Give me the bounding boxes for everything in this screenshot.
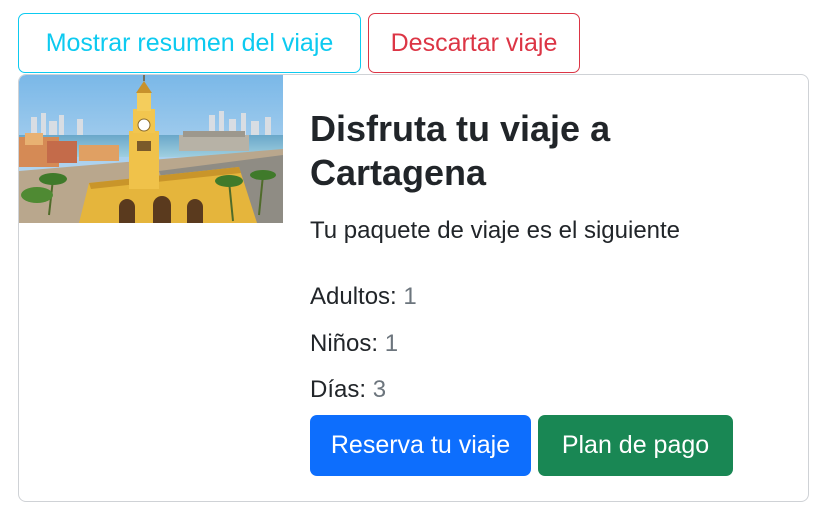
trip-card: Disfruta tu viaje a Cartagena Tu paquete…: [18, 74, 809, 502]
book-trip-button[interactable]: Reserva tu viaje: [310, 415, 531, 476]
days-row: Días: 3: [310, 374, 386, 406]
kids-value: 1: [384, 330, 399, 357]
discard-trip-button[interactable]: Descartar viaje: [368, 13, 580, 73]
kids-label: Niños:: [310, 330, 379, 357]
days-label: Días:: [310, 376, 367, 403]
payment-plan-button[interactable]: Plan de pago: [538, 415, 733, 476]
adults-value: 1: [403, 283, 417, 310]
kids-row: Niños: 1: [310, 328, 398, 360]
adults-row: Adultos: 1: [310, 281, 417, 313]
days-value: 3: [372, 376, 387, 403]
adults-label: Adultos:: [310, 283, 397, 310]
cartagena-clock-tower-photo: [19, 75, 283, 223]
show-trip-summary-button[interactable]: Mostrar resumen del viaje: [18, 13, 361, 73]
trip-subtitle: Tu paquete de viaje es el siguiente: [310, 217, 681, 244]
trip-title: Disfruta tu viaje a Cartagena: [310, 108, 611, 193]
